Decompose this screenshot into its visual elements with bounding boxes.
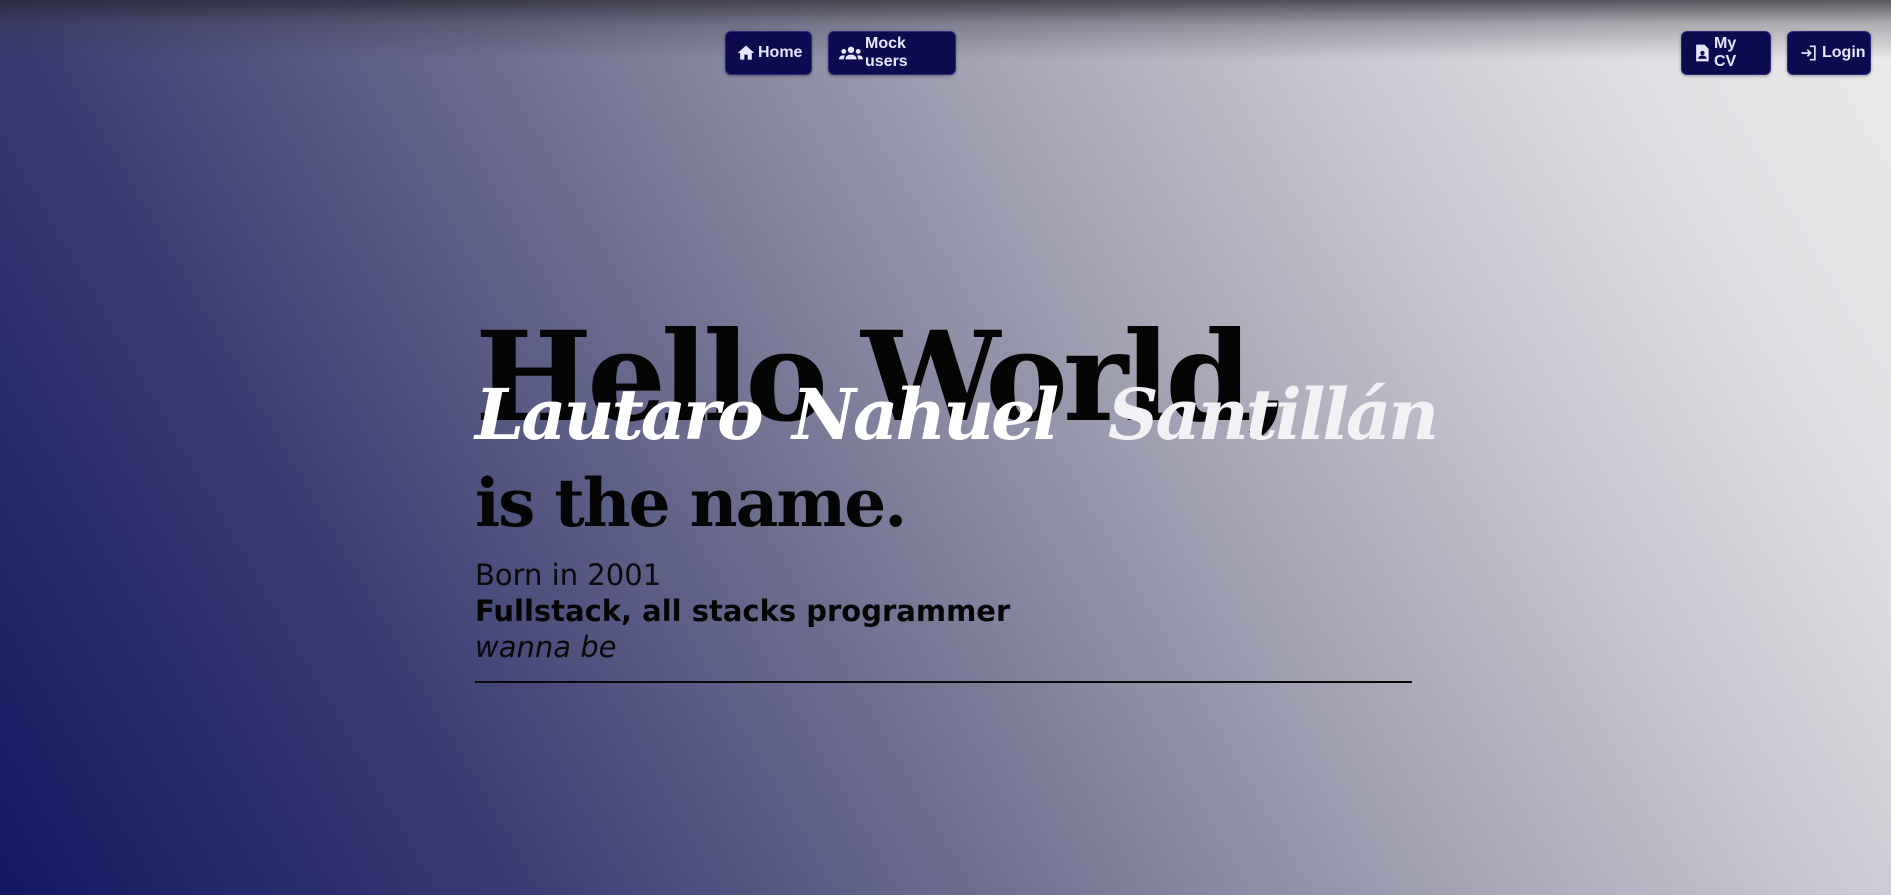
full-name: Lautaro Nahuel Santillán xyxy=(475,373,1439,460)
home-icon xyxy=(736,43,756,63)
role-suffix-text: wanna be xyxy=(475,630,617,664)
users-icon xyxy=(839,43,863,63)
mock-users-button[interactable]: Mock users xyxy=(828,31,956,75)
login-icon xyxy=(1798,43,1820,63)
my-cv-button-label: My CV xyxy=(1714,35,1737,70)
home-button[interactable]: Home xyxy=(725,31,812,75)
middle-name: Nahuel xyxy=(792,373,1059,456)
first-name: Lautaro xyxy=(475,373,764,456)
role-text: Fullstack, all stacks programmer xyxy=(475,594,1011,628)
document-user-icon xyxy=(1692,43,1712,63)
birth-year-text: Born in 2001 xyxy=(475,558,662,592)
my-cv-button[interactable]: My CV xyxy=(1681,31,1771,75)
home-button-label: Home xyxy=(758,44,803,61)
name-suffix: is the name. xyxy=(475,464,907,542)
mock-users-button-label: Mock users xyxy=(865,35,908,70)
login-button-label: Login xyxy=(1822,44,1866,61)
login-button[interactable]: Login xyxy=(1787,31,1871,75)
divider-line xyxy=(475,681,1412,683)
last-name: Santillán xyxy=(1108,373,1439,456)
